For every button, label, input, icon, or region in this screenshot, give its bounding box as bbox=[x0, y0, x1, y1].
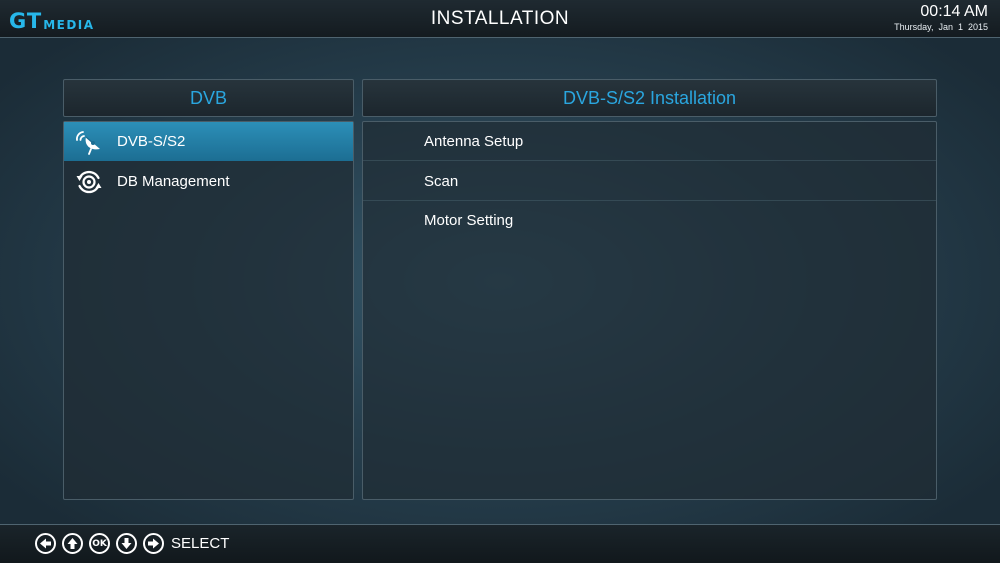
category-panel-title: DVB bbox=[63, 79, 354, 117]
right-arrow-icon bbox=[143, 533, 164, 554]
menu-item-label: DVB-S/S2 bbox=[117, 133, 186, 150]
submenu-item-antenna-setup[interactable]: Antenna Setup bbox=[363, 122, 936, 161]
submenu-item-label: Motor Setting bbox=[424, 212, 514, 229]
down-arrow-icon bbox=[116, 533, 137, 554]
remote-key-hints: OK SELECT bbox=[35, 533, 229, 554]
submenu-item-scan[interactable]: Scan bbox=[363, 162, 936, 201]
ok-icon: OK bbox=[89, 533, 110, 554]
menu-item-dvb-s-s2[interactable]: DVB-S/S2 bbox=[64, 122, 353, 161]
bottom-bar: OK SELECT bbox=[0, 524, 1000, 563]
clock-time: 00:14 AM bbox=[920, 3, 988, 20]
page-title: INSTALLATION bbox=[430, 8, 570, 29]
logo-gt-text: GT bbox=[9, 9, 43, 33]
logo-media-text: MEDIA bbox=[43, 18, 95, 32]
up-arrow-icon bbox=[62, 533, 83, 554]
satellite-dish-icon bbox=[74, 127, 104, 157]
clock-date: Thursday, Jan 1 2015 bbox=[894, 22, 988, 32]
submenu-item-motor-setting[interactable]: Motor Setting bbox=[363, 201, 936, 240]
database-refresh-icon bbox=[74, 167, 104, 197]
gtmedia-logo: GT MEDIA bbox=[9, 6, 95, 32]
menu-item-label: DB Management bbox=[117, 173, 230, 190]
menu-item-db-management[interactable]: DB Management bbox=[64, 162, 353, 201]
ok-key-label: OK bbox=[92, 538, 107, 549]
top-bar: GT MEDIA INSTALLATION 00:14 AM Thursday,… bbox=[0, 0, 1000, 38]
submenu-panel-title: DVB-S/S2 Installation bbox=[362, 79, 937, 117]
select-hint-text: SELECT bbox=[171, 535, 230, 552]
submenu-item-label: Antenna Setup bbox=[424, 132, 524, 150]
submenu-item-label: Scan bbox=[424, 172, 459, 190]
category-menu: DVB-S/S2 DB Management bbox=[63, 121, 354, 500]
submenu-list: Antenna Setup Scan Motor Setting bbox=[362, 121, 937, 500]
left-arrow-icon bbox=[35, 533, 56, 554]
clock: 00:14 AM Thursday, Jan 1 2015 bbox=[894, 3, 988, 34]
